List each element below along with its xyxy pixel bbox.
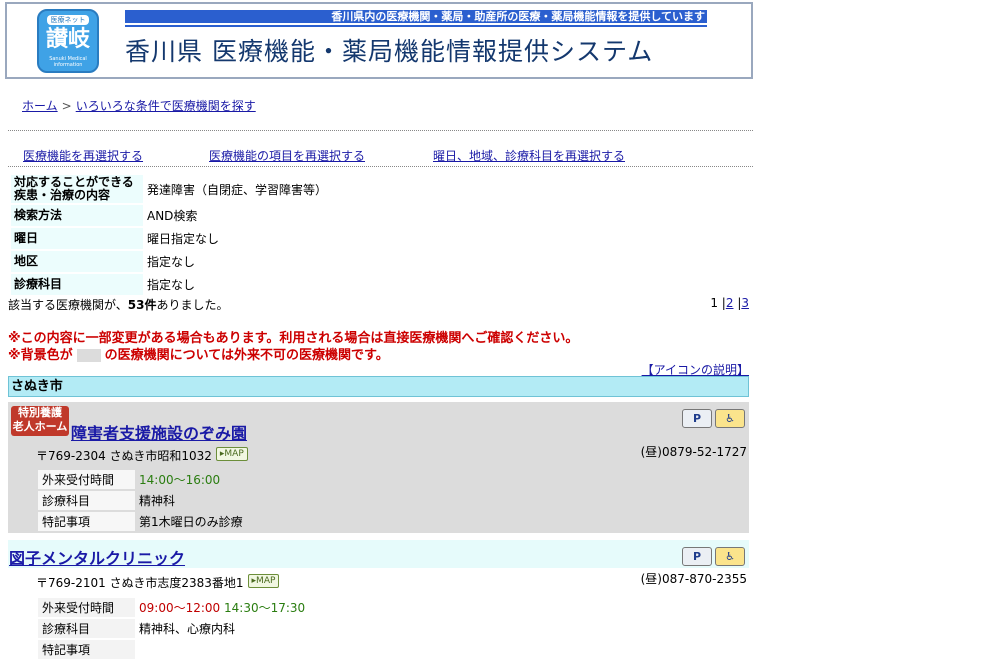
page-3-link[interactable]: 3 [741, 296, 749, 310]
info-label: 診療科目 [38, 491, 135, 510]
notice-bg-suffix: の医療機関については外来不可の医療機関です。 [104, 348, 389, 363]
condition-label: 診療科目 [11, 274, 143, 295]
info-label: 外来受付時間 [38, 598, 135, 617]
info-row: 診療科目 精神科 [38, 491, 247, 510]
parking-icon: P [682, 547, 712, 566]
facility-item: 特別養護 老人ホーム 障害者支援施設のぞみ園 P ♿ 〒769-2304 さぬき市… [8, 402, 749, 533]
condition-value: 発達障害（自閉症、学習障害等） [147, 182, 328, 197]
facility-icons: P ♿ [679, 547, 745, 566]
search-conditions-table: 対応することができる疾患・治療の内容 発達障害（自閉症、学習障害等） 検索方法 … [11, 173, 331, 297]
wheelchair-icon: ♿ [715, 547, 745, 566]
condition-label: 対応することができる疾患・治療の内容 [11, 175, 143, 203]
info-value: 09:00～12:00 14:30～17:30 [135, 598, 309, 617]
info-label: 特記事項 [38, 512, 135, 531]
pagination: 1 |2 |3 [710, 296, 749, 310]
parking-icon: P [682, 409, 712, 428]
facility-phone: (昼)087-870-2355 [640, 572, 747, 586]
breadcrumb-separator: > [61, 99, 72, 113]
facility-info-table: 外来受付時間 09:00～12:00 14:30～17:30 診療科目 精神科、… [38, 596, 309, 661]
divider [8, 130, 753, 131]
logo-top-text: 医療ネット [47, 15, 89, 25]
facility-info-table: 外来受付時間 14:00～16:00 診療科目 精神科 特記事項 第1木曜日のみ… [38, 468, 247, 533]
region-header: さぬき市 [8, 376, 749, 397]
condition-value: 曜日指定なし [147, 232, 220, 246]
info-row: 外来受付時間 09:00～12:00 14:30～17:30 [38, 598, 309, 617]
breadcrumb-home-link[interactable]: ホーム [22, 99, 58, 113]
notice-bg-prefix: ※背景色が [8, 348, 73, 363]
facility-phone: (昼)0879-52-1727 [640, 445, 747, 459]
page-title: 香川県 医療機能・薬局機能情報提供システム [125, 37, 654, 66]
reselect-function-link[interactable]: 医療機能を再選択する [23, 147, 143, 164]
address-text: 〒769-2101 さぬき市志度2383番地1 [36, 576, 244, 590]
facility-name-link[interactable]: 障害者支援施設のぞみ園 [71, 420, 247, 444]
map-button[interactable]: ▸MAP [215, 447, 248, 461]
condition-label: 検索方法 [11, 205, 143, 226]
page-2-link[interactable]: 2 [726, 296, 734, 310]
wheelchair-icon: ♿ [715, 409, 745, 428]
info-value: 精神科 [139, 494, 176, 508]
logo-sub-text: Sanuki Medical information [49, 56, 87, 68]
gray-swatch [76, 349, 101, 362]
breadcrumb-current-link[interactable]: いろいろな条件で医療機関を探す [76, 99, 256, 113]
condition-row: 地区 指定なし [11, 251, 331, 272]
info-label: 外来受付時間 [38, 470, 135, 489]
condition-row: 曜日 曜日指定なし [11, 228, 331, 249]
site-header: 医療ネット 讃岐 Sanuki Medical information 香川県内… [5, 2, 753, 79]
header-tagline: 香川県内の医療機関・薬局・助産所の医療・薬局機能情報を提供しています [125, 10, 707, 23]
info-value: 第1木曜日のみ診療 [139, 515, 243, 529]
result-count-number: 53件 [127, 298, 157, 312]
condition-label: 曜日 [11, 228, 143, 249]
facility-address: 〒769-2304 さぬき市昭和1032 ▸MAP [36, 447, 248, 464]
facility-name-link[interactable]: 図子メンタルクリニック [9, 545, 185, 569]
afternoon-hours: 14:30～17:30 [224, 601, 306, 615]
condition-row: 診療科目 指定なし [11, 274, 331, 295]
morning-hours: 09:00～12:00 [139, 601, 221, 615]
condition-value: AND検索 [147, 209, 198, 223]
facility-icons: P ♿ [679, 409, 745, 428]
reselect-items-link[interactable]: 医療機能の項目を再選択する [209, 147, 365, 164]
info-value: 精神科、心療内科 [139, 622, 236, 636]
reselect-day-area-link[interactable]: 曜日、地域、診療科目を再選択する [433, 147, 625, 164]
condition-row: 対応することができる疾患・治療の内容 発達障害（自閉症、学習障害等） [11, 175, 331, 203]
result-count-suffix: ありました。 [156, 298, 229, 312]
divider [8, 166, 753, 167]
badge-line: 老人ホーム [12, 420, 68, 433]
map-button[interactable]: ▸MAP [247, 574, 280, 588]
info-label: 診療科目 [38, 619, 135, 638]
info-value: 14:00～16:00 [139, 473, 221, 487]
condition-label: 地区 [11, 251, 143, 272]
facility-address: 〒769-2101 さぬき市志度2383番地1 ▸MAP [36, 574, 280, 591]
header-divider [125, 25, 707, 27]
nursing-home-badge: 特別養護 老人ホーム [11, 406, 69, 436]
info-row: 診療科目 精神科、心療内科 [38, 619, 309, 638]
breadcrumb: ホーム > いろいろな条件で医療機関を探す [22, 97, 256, 114]
address-text: 〒769-2304 さぬき市昭和1032 [36, 449, 212, 463]
facility-item: 図子メンタルクリニック P ♿ 〒769-2101 さぬき市志度2383番地1 ▸M… [8, 540, 749, 659]
badge-line: 特別養護 [18, 406, 62, 419]
result-count-prefix: 該当する医療機関が、 [8, 298, 128, 312]
logo-main-text: 讃岐 [45, 27, 90, 52]
info-row: 外来受付時間 14:00～16:00 [38, 470, 247, 489]
result-count: 該当する医療機関が、53件ありました。 [8, 296, 228, 313]
info-row: 特記事項 第1木曜日のみ診療 [38, 512, 247, 531]
site-logo[interactable]: 医療ネット 讃岐 Sanuki Medical information [37, 9, 99, 73]
page-current: 1 [710, 296, 718, 310]
condition-value: 指定なし [147, 278, 196, 292]
notice-background: ※背景色が の医療機関については外来不可の医療機関です。 [8, 344, 389, 363]
condition-value: 指定なし [147, 255, 196, 269]
condition-row: 検索方法 AND検索 [11, 205, 331, 226]
